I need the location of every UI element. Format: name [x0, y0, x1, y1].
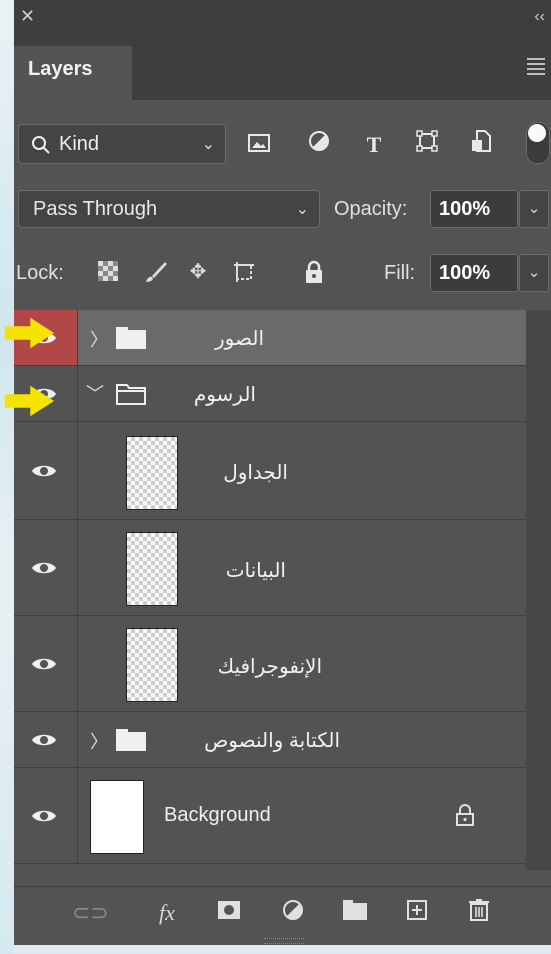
tab-layers[interactable]: Layers [14, 46, 132, 100]
lock-row: Lock: ✥ Fill: 100% ⌄ [14, 250, 551, 296]
collapse-icon[interactable]: ‹‹ [534, 8, 545, 26]
artboard-icon[interactable] [232, 260, 256, 284]
lock-icon [456, 804, 474, 826]
fx-icon[interactable]: fx [152, 899, 182, 927]
chevron-down-icon: ⌄ [295, 201, 309, 218]
lock-icon[interactable] [302, 260, 326, 284]
new-layer-icon[interactable] [402, 899, 432, 927]
delete-icon[interactable] [464, 899, 494, 927]
adjustment-layer-icon[interactable] [278, 899, 308, 927]
smart-object-filter-icon[interactable] [466, 130, 496, 160]
opacity-label: Opacity: [334, 198, 408, 220]
fill-field[interactable]: 100% [430, 254, 518, 292]
opacity-dropdown[interactable]: ⌄ [519, 190, 549, 228]
layer-row-background[interactable]: Background [14, 768, 526, 864]
eye-icon [32, 562, 56, 573]
close-icon[interactable]: ✕ [20, 6, 35, 27]
blend-mode-dropdown[interactable]: Pass Through ⌄ [18, 190, 320, 228]
brush-icon[interactable] [144, 260, 168, 284]
layer-thumbnail [90, 780, 144, 854]
folder-icon [116, 729, 146, 751]
kind-label: Kind [59, 133, 100, 155]
filter-row: Kind ⌄ T [14, 118, 551, 170]
chevron-right-icon[interactable]: 〉 [90, 728, 108, 754]
tab-row: Layers [14, 36, 551, 100]
annotation-arrow-images [4, 317, 55, 349]
layer-name: الإنفوجرافيك [217, 656, 322, 678]
layer-name: الصور [215, 328, 264, 350]
visibility-toggle[interactable] [14, 616, 78, 711]
shape-filter-icon[interactable] [412, 130, 442, 160]
new-group-icon[interactable] [340, 899, 370, 927]
layer-name: الجداول [223, 462, 288, 484]
layer-row-writing-texts[interactable]: 〉 الكتابة والنصوص [14, 712, 526, 768]
layer-thumbnail [126, 532, 178, 606]
eye-icon [32, 810, 56, 821]
layer-thumbnail [126, 436, 178, 510]
search-icon [32, 136, 50, 154]
eye-icon [32, 465, 56, 476]
canvas-background [0, 0, 14, 954]
chevron-down-icon[interactable]: ﹀ [86, 380, 104, 406]
blend-row: Pass Through ⌄ Opacity: 100% ⌄ [14, 186, 551, 232]
filter-toggle[interactable] [526, 122, 550, 164]
eye-icon [32, 658, 56, 669]
chevron-right-icon[interactable]: 〉 [90, 326, 108, 352]
open-folder-icon [116, 384, 146, 405]
layer-row-drawings[interactable]: ﹀ الرسوم [14, 366, 526, 422]
visibility-toggle[interactable] [14, 768, 78, 863]
layer-row-data[interactable]: البيانات [14, 520, 526, 616]
layer-mask-icon[interactable] [214, 899, 244, 927]
folder-icon [116, 327, 146, 349]
fill-label: Fill: [384, 262, 416, 284]
layer-row-tables[interactable]: الجداول [14, 422, 526, 520]
blend-mode-label: Pass Through [33, 198, 158, 220]
image-filter-icon[interactable] [244, 130, 274, 160]
visibility-toggle[interactable] [14, 422, 78, 519]
annotation-arrow-drawings [4, 385, 55, 417]
lock-transparent-pixels-icon[interactable] [96, 260, 120, 284]
visibility-toggle[interactable] [14, 520, 78, 615]
layers-panel: ✕ ‹‹ Layers Kind ⌄ T Pass Through ⌄ Opac… [14, 0, 551, 945]
layer-row-infographic[interactable]: الإنفوجرافيك [14, 616, 526, 712]
chevron-down-icon: ⌄ [201, 136, 215, 153]
panel-title-bar: ✕ ‹‹ [14, 0, 551, 36]
layer-name: البيانات [225, 560, 286, 582]
eye-icon [32, 734, 56, 745]
scrollbar-track[interactable] [526, 310, 551, 870]
opacity-field[interactable]: 100% [430, 190, 518, 228]
adjustment-filter-icon[interactable] [304, 130, 334, 160]
panel-resize-grip[interactable] [264, 938, 304, 944]
layer-name: Background [164, 804, 271, 826]
panel-menu-icon[interactable] [527, 58, 545, 78]
layer-thumbnail [126, 628, 178, 702]
layer-row-images[interactable]: 〉 الصور [14, 310, 526, 366]
kind-filter-dropdown[interactable]: Kind ⌄ [18, 124, 226, 164]
move-icon[interactable]: ✥ [186, 260, 210, 284]
type-filter-icon[interactable]: T [359, 130, 389, 160]
link-layers-icon[interactable]: ⊂⊃ [72, 899, 109, 927]
layer-name: الكتابة والنصوص [204, 730, 340, 752]
fill-dropdown[interactable]: ⌄ [519, 254, 549, 292]
visibility-toggle[interactable] [14, 712, 78, 767]
bottom-toolbar: ⊂⊃ fx [14, 886, 551, 935]
layer-name: الرسوم [193, 384, 256, 406]
lock-label: Lock: [16, 262, 64, 284]
